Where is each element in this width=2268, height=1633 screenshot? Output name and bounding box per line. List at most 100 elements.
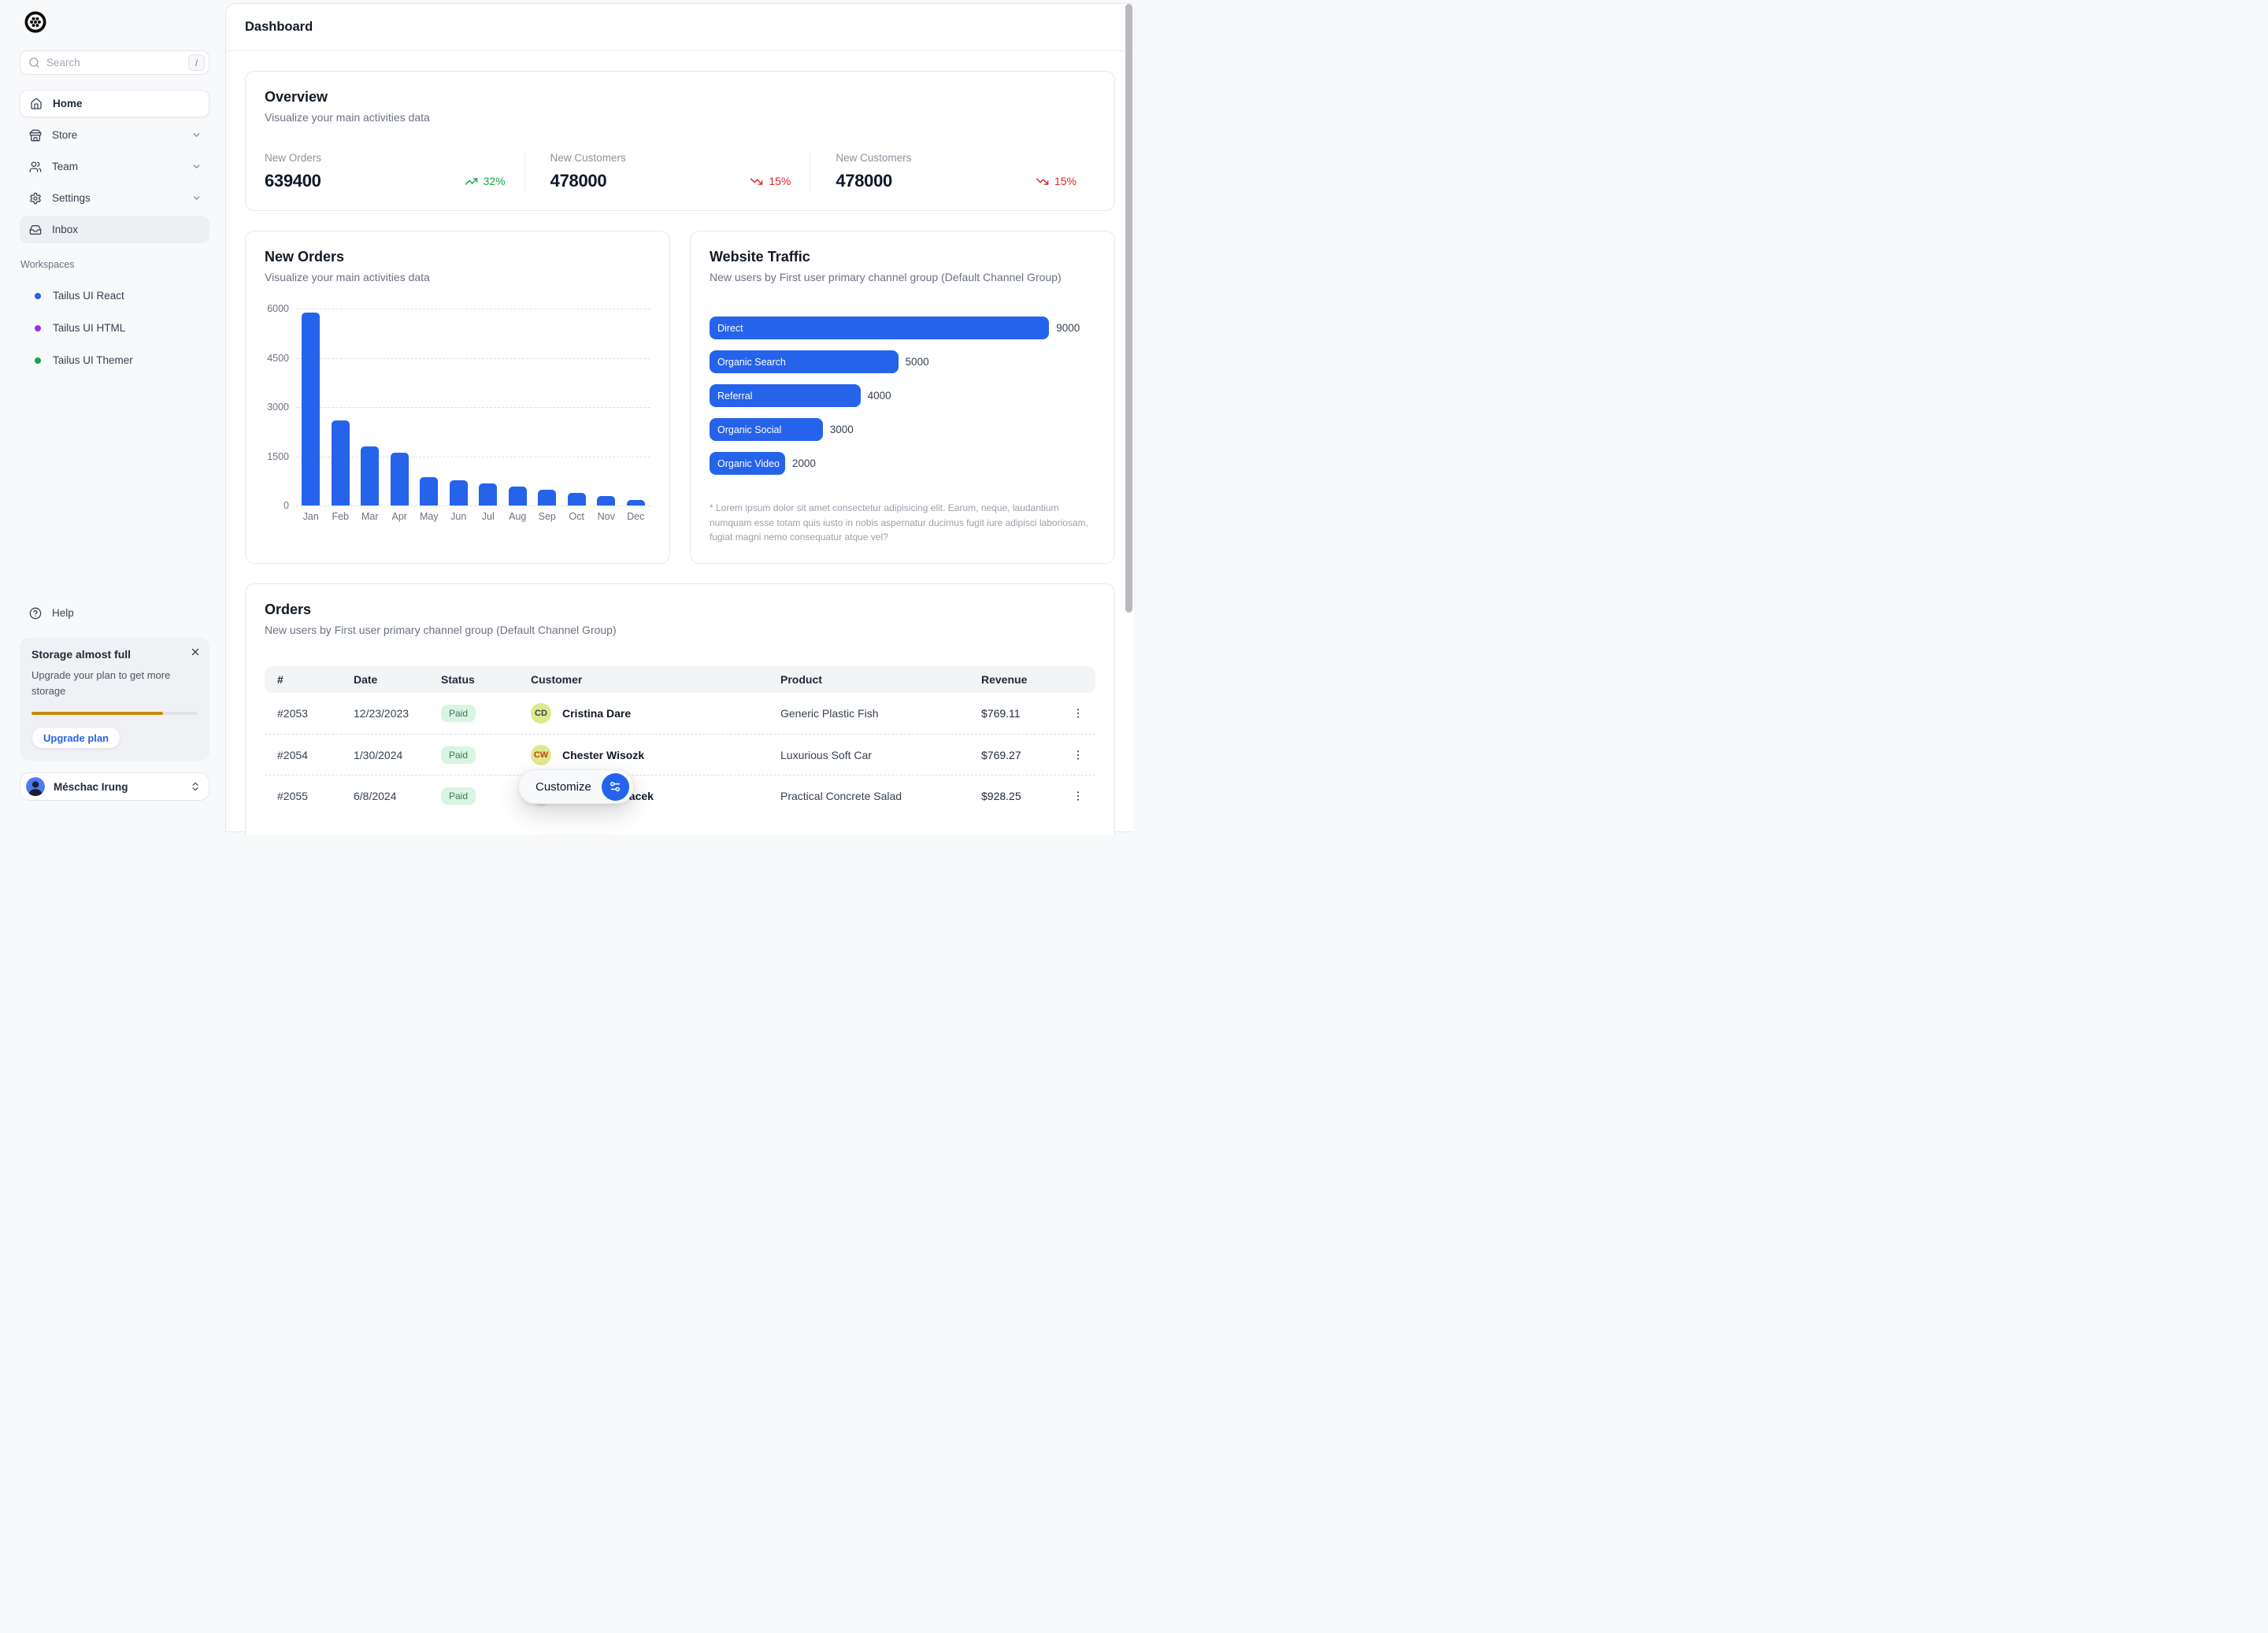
orders-table: # Date Status Customer Product Revenue #… <box>265 666 1095 816</box>
bar-Jan <box>302 313 320 505</box>
page-title: Dashboard <box>245 20 313 35</box>
help-button[interactable]: Help <box>20 602 209 625</box>
workspace-label: Tailus UI Themer <box>53 354 133 366</box>
sidebar-item-label: Home <box>53 98 83 109</box>
y-tick-label: 3000 <box>267 402 289 413</box>
traffic-subtitle: New users by First user primary channel … <box>710 271 1095 283</box>
stat-trend: 15% <box>750 175 791 188</box>
sidebar-item-home[interactable]: Home <box>20 90 209 117</box>
workspace-item-tailus-ui-react[interactable]: Tailus UI React <box>20 280 209 312</box>
x-tick-label: Jul <box>473 511 503 522</box>
new-orders-subtitle: Visualize your main activities data <box>265 271 650 283</box>
traffic-bar-value: 2000 <box>792 457 816 469</box>
bar-Aug <box>509 487 527 505</box>
row-menu-button[interactable] <box>1072 790 1095 802</box>
sidebar-item-label: Inbox <box>52 224 78 235</box>
order-id: #2055 <box>265 790 354 802</box>
y-tick-label: 6000 <box>267 303 289 314</box>
bar-Nov <box>597 496 615 505</box>
stat-label: New Customers <box>550 152 791 164</box>
customize-circle <box>602 773 629 801</box>
table-row[interactable]: #2055 6/8/2024 Paid PK Paulette Kovacek … <box>265 775 1095 816</box>
chevrons-up-down-icon <box>190 781 201 792</box>
main-panel: Dashboard Overview Visualize your main a… <box>225 3 1134 832</box>
inbox-icon <box>29 224 42 236</box>
stat-label: New Customers <box>836 152 1077 164</box>
traffic-bar-organic-video[interactable]: Organic Video <box>710 452 785 475</box>
workspace-dot <box>35 293 41 299</box>
plot-area <box>296 309 650 505</box>
chevron-down-icon <box>191 193 202 203</box>
gridline <box>296 505 650 506</box>
table-row[interactable]: #2053 12/23/2023 Paid CD Cristina Dare G… <box>265 693 1095 734</box>
close-icon[interactable] <box>190 646 201 657</box>
store-icon <box>29 129 42 142</box>
overview-subtitle: Visualize your main activities data <box>265 111 1095 124</box>
order-date: 6/8/2024 <box>354 790 441 802</box>
x-tick-label: Jan <box>296 511 326 522</box>
x-tick-label: Apr <box>385 511 415 522</box>
sidebar-item-team[interactable]: Team <box>20 153 209 180</box>
user-menu[interactable]: Méschac Irung <box>20 772 209 801</box>
stat-value: 478000 <box>550 171 607 191</box>
workspace-label: Tailus UI HTML <box>53 322 125 334</box>
orders-card: Orders New users by First user primary c… <box>245 583 1115 835</box>
search-box: / <box>20 50 209 75</box>
avatar <box>26 777 45 796</box>
scrollbar-thumb[interactable] <box>1125 4 1132 613</box>
row-menu-button[interactable] <box>1072 749 1095 761</box>
traffic-bar-organic-search[interactable]: Organic Search <box>710 350 899 373</box>
sidebar-item-label: Store <box>52 129 77 141</box>
order-date: 12/23/2023 <box>354 707 441 720</box>
workspace-item-tailus-ui-html[interactable]: Tailus UI HTML <box>20 312 209 344</box>
product-name: Generic Plastic Fish <box>780 707 981 720</box>
traffic-bar-organic-social[interactable]: Organic Social <box>710 418 823 441</box>
order-date: 1/30/2024 <box>354 749 441 761</box>
x-tick-label: Nov <box>591 511 621 522</box>
workspace-item-tailus-ui-themer[interactable]: Tailus UI Themer <box>20 344 209 376</box>
stat-delta: 32% <box>484 175 506 187</box>
sidebar-item-store[interactable]: Store <box>20 121 209 149</box>
trending-down-icon <box>750 175 763 188</box>
search-input[interactable] <box>40 57 188 69</box>
row-menu-button[interactable] <box>1072 707 1095 720</box>
traffic-bar-row: Organic Video 2000 <box>710 452 1095 475</box>
revenue: $928.25 <box>981 790 1052 802</box>
user-name: Méschac Irung <box>54 781 128 793</box>
y-tick-label: 4500 <box>267 353 289 364</box>
status-badge: Paid <box>441 787 476 805</box>
workspace-dot <box>35 325 41 331</box>
storage-alert-card: Storage almost full Upgrade your plan to… <box>20 638 209 761</box>
traffic-bar-label: Organic Social <box>717 424 781 435</box>
traffic-bar-value: 3000 <box>830 424 854 435</box>
sidebar-item-settings[interactable]: Settings <box>20 184 209 212</box>
app-logo-icon[interactable] <box>24 11 46 33</box>
stat-new-orders: New Orders 639400 32% <box>265 152 524 191</box>
stat-new-customers-1: New Customers 478000 15% <box>524 152 810 191</box>
workspace-label: Tailus UI React <box>53 290 124 302</box>
bar-Apr <box>391 453 409 505</box>
stat-value: 639400 <box>265 171 321 191</box>
x-tick-label: Oct <box>562 511 592 522</box>
sidebar-item-inbox[interactable]: Inbox <box>20 216 209 243</box>
revenue: $769.11 <box>981 707 1052 720</box>
upgrade-plan-button[interactable]: Upgrade plan <box>32 727 120 749</box>
table-row[interactable]: #2054 1/30/2024 Paid CW Chester Wisozk L… <box>265 734 1095 775</box>
page-header: Dashboard <box>226 4 1134 51</box>
order-id: #2053 <box>265 707 354 720</box>
traffic-bar-row: Referral 4000 <box>710 384 1095 407</box>
x-tick-label: Jun <box>444 511 474 522</box>
bar-Mar <box>361 446 379 505</box>
col-id: # <box>265 673 354 686</box>
customize-button[interactable]: Customize <box>518 769 634 804</box>
kebab-icon <box>1072 790 1084 802</box>
overview-card: Overview Visualize your main activities … <box>245 71 1115 211</box>
x-tick-label: Mar <box>355 511 385 522</box>
traffic-bar-referral[interactable]: Referral <box>710 384 861 407</box>
traffic-bar-direct[interactable]: Direct <box>710 317 1049 339</box>
new-orders-chart-card: New Orders Visualize your main activitie… <box>245 231 670 564</box>
sidebar: / Home Store Team Settings <box>0 0 225 816</box>
traffic-title: Website Traffic <box>710 249 1095 265</box>
storage-body: Upgrade your plan to get more storage <box>32 668 198 699</box>
product-name: Practical Concrete Salad <box>780 790 981 802</box>
